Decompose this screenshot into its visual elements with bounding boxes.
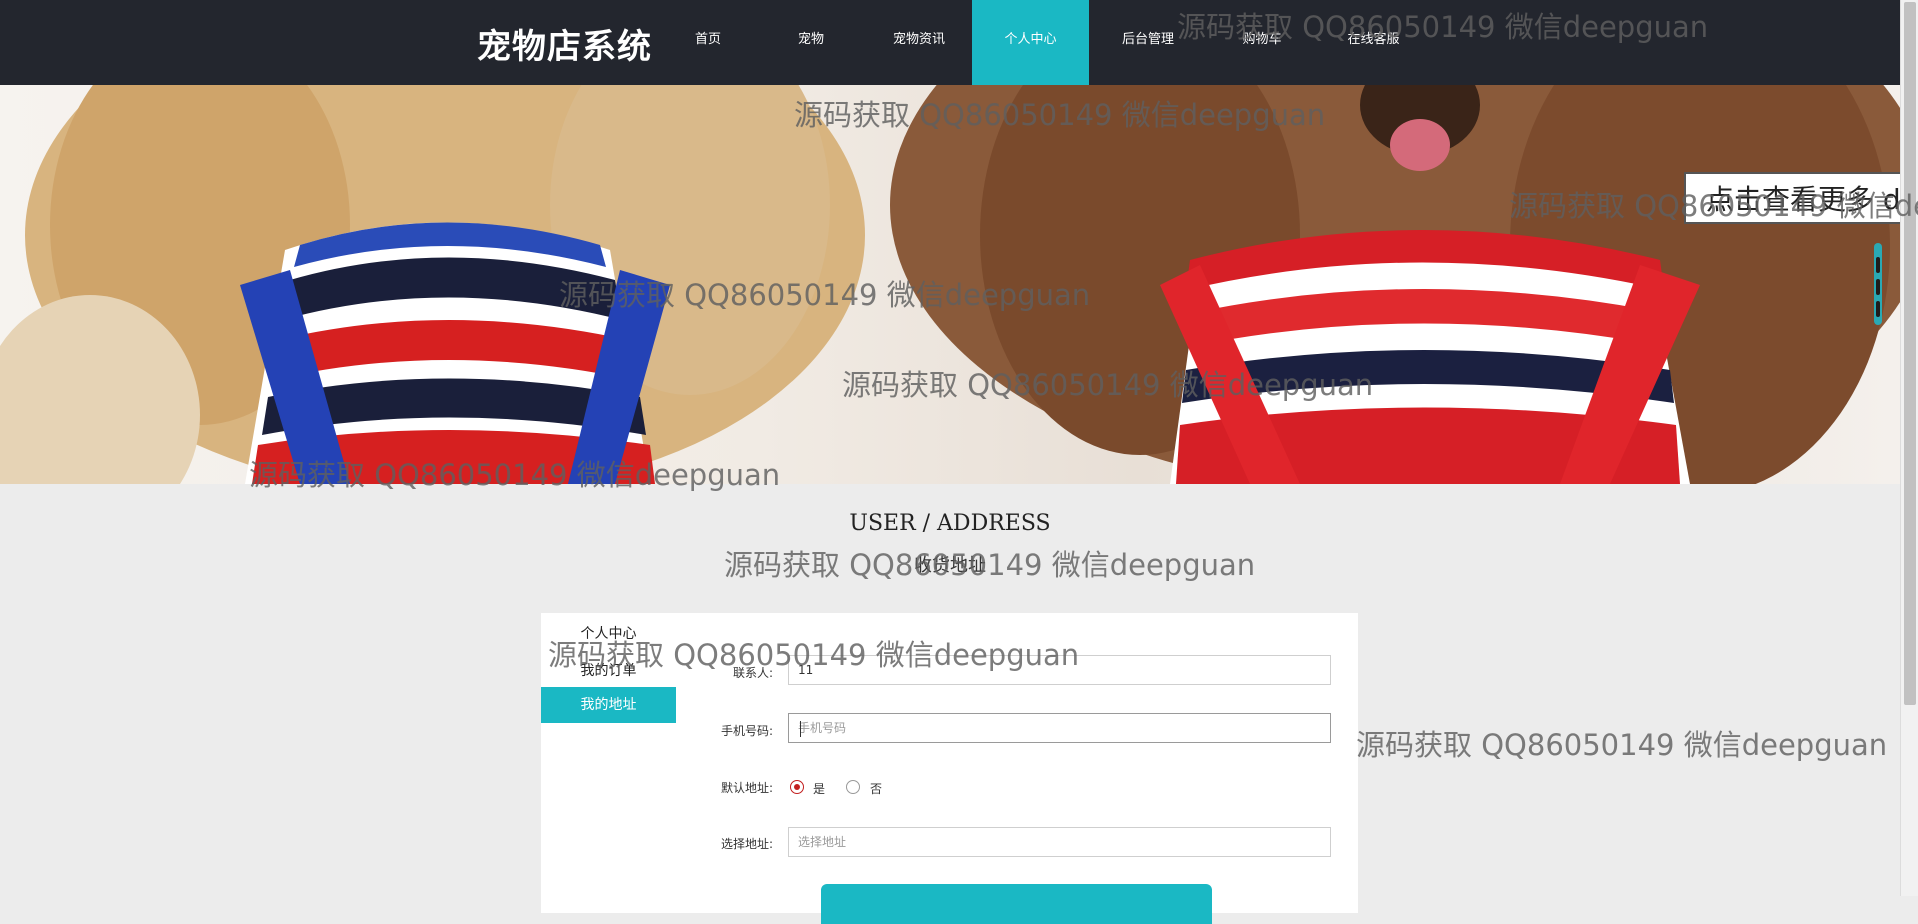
address-panel: 个人中心 我的订单 我的地址 联系人: 11 手机号码: 手机号码 默认地址: … [541,613,1358,924]
sidebar-item-my-address[interactable]: 我的地址 [541,687,676,723]
hero-scroll-indicator[interactable] [1874,243,1882,325]
select-address-input[interactable]: 选择地址 [788,827,1331,857]
hero-view-more-button[interactable]: 点击查看更多 d [1684,172,1900,224]
nav-item-admin[interactable]: 后台管理 [1089,0,1207,85]
nav-item-online-service[interactable]: 在线客服 [1317,0,1430,85]
contact-input[interactable]: 11 [788,655,1331,685]
default-address-label: 默认地址: [720,781,773,795]
page-scrollbar-thumb[interactable] [1904,2,1916,705]
phone-input[interactable]: 手机号码 [788,713,1331,743]
default-no-radio[interactable] [846,780,860,794]
phone-label: 手机号码: [720,724,773,738]
nav-item-user-center[interactable]: 个人中心 [972,0,1089,85]
hero-banner: 点击查看更多 d [0,85,1900,484]
default-yes-label[interactable]: 是 [813,780,825,797]
sidebar-item-my-orders[interactable]: 我的订单 [541,653,676,689]
nav-item-pets[interactable]: 宠物 [756,0,866,85]
contact-input-value: 11 [798,663,814,677]
watermark-text: 源码获取 QQ86050149 微信deepguan [1356,728,1888,762]
nav-item-home[interactable]: 首页 [660,0,756,85]
default-no-label[interactable]: 否 [870,780,882,797]
phone-input-placeholder: 手机号码 [798,721,847,735]
default-yes-radio[interactable] [790,780,804,794]
site-title[interactable]: 宠物店系统 [477,19,652,68]
nav-item-pet-news[interactable]: 宠物资讯 [866,0,972,85]
text-cursor [800,721,801,737]
main-nav: 首页 宠物 宠物资讯 个人中心 后台管理 购物车 在线客服 [660,0,1430,85]
contact-label: 联系人: [732,666,773,680]
sidebar-item-user-center[interactable]: 个人中心 [541,616,676,652]
section-subtitle: 收货地址 [914,555,986,576]
select-address-label: 选择地址: [720,837,773,851]
select-address-placeholder: 选择地址 [798,835,847,849]
page-scrollbar[interactable] [1900,0,1918,896]
top-nav-bar: 宠物店系统 首页 宠物 宠物资讯 个人中心 后台管理 购物车 在线客服 [0,0,1900,85]
hero-dogs-illustration [0,85,1900,484]
section-title: USER / ADDRESS [849,511,1051,536]
submit-address-button[interactable] [821,884,1212,924]
nav-item-cart[interactable]: 购物车 [1207,0,1317,85]
